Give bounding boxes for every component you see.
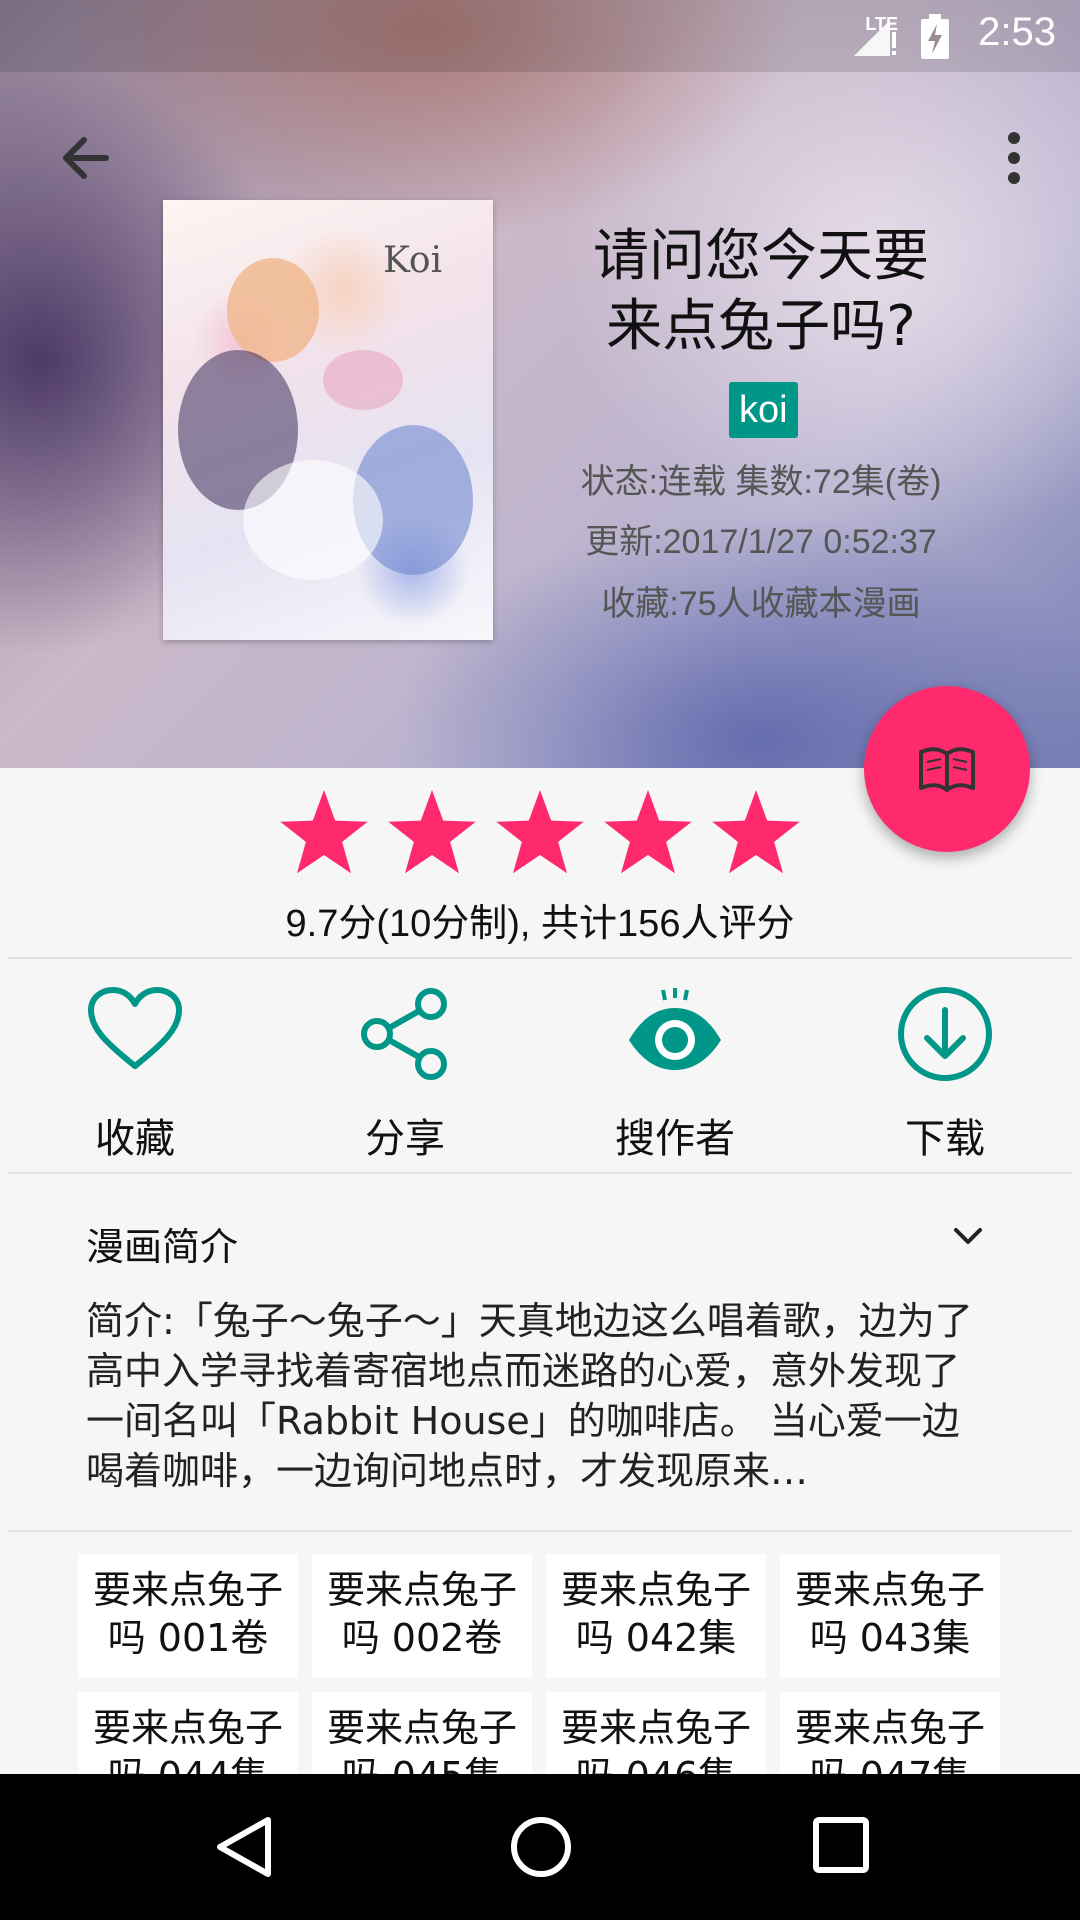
star-icon <box>712 790 800 874</box>
update-info: 更新:2017/1/27 0:52:37 <box>585 523 937 561</box>
favorite-label: 收藏 <box>95 1116 175 1162</box>
star-icon <box>280 790 368 874</box>
search-author-label: 搜作者 <box>615 1116 735 1162</box>
download-button[interactable]: 下载 <box>835 984 1055 1164</box>
share-button[interactable]: 分享 <box>295 984 515 1164</box>
download-circle-icon <box>898 987 992 1081</box>
read-button[interactable] <box>864 686 1030 852</box>
back-arrow-icon[interactable] <box>52 126 116 190</box>
divider <box>8 1172 1072 1174</box>
episode-item[interactable]: 要来点兔子吗 001卷 <box>78 1554 298 1678</box>
author-tag[interactable]: koi <box>729 382 798 438</box>
search-author-button[interactable]: 搜作者 <box>565 984 785 1164</box>
episode-grid: 要来点兔子吗 001卷 要来点兔子吗 002卷 要来点兔子吗 042集 要来点兔… <box>78 1552 1008 1774</box>
back-triangle-icon[interactable] <box>212 1814 276 1880</box>
chevron-down-icon[interactable] <box>950 1222 986 1250</box>
favorite-button[interactable]: 收藏 <box>25 984 245 1164</box>
system-nav-bar <box>0 1774 1080 1920</box>
status-info: 状态:连载 集数:72集(卷) <box>580 463 942 501</box>
favorites-info: 收藏:75人收藏本漫画 <box>601 585 921 623</box>
intro-heading: 漫画简介 <box>86 1225 239 1269</box>
rating-stars <box>276 786 804 882</box>
status-bar: LTE 2:53 <box>0 0 1080 72</box>
signal-icon <box>854 20 896 56</box>
rating-summary: 9.7分(10分制), 共计156人评分 <box>285 903 795 945</box>
divider <box>8 1530 1072 1532</box>
divider <box>8 957 1072 959</box>
episode-item[interactable]: 要来点兔子吗 043集 <box>780 1554 1000 1678</box>
battery-charging-icon <box>921 14 949 59</box>
share-icon <box>361 988 447 1080</box>
more-vert-icon[interactable] <box>994 126 1034 190</box>
book-open-icon <box>919 747 975 792</box>
episode-item[interactable]: 要来点兔子吗 045集 <box>312 1692 532 1774</box>
star-icon <box>388 790 476 874</box>
intro-text[interactable]: 简介:「兔子～兔子～」天真地边这么唱着歌，边为了高中入学寻找着寄宿地点而迷路的心… <box>86 1296 996 1496</box>
eye-icon <box>629 988 721 1070</box>
download-label: 下载 <box>905 1116 985 1162</box>
cover-illustration <box>178 258 473 580</box>
comic-title: 请问您今天要 来点兔子吗? <box>545 222 977 362</box>
episode-item[interactable]: 要来点兔子吗 047集 <box>780 1692 1000 1774</box>
status-time: 2:53 <box>978 10 1056 54</box>
home-circle-icon[interactable] <box>508 1814 574 1880</box>
cover-image[interactable]: Koi <box>163 200 493 640</box>
share-label: 分享 <box>365 1116 445 1162</box>
comic-header: LTE 2:53 Koi 请问您今天要 来点兔子吗? koi 状态:连载 集数:… <box>0 0 1080 768</box>
episode-item[interactable]: 要来点兔子吗 044集 <box>78 1692 298 1774</box>
recents-square-icon[interactable] <box>810 1814 872 1876</box>
star-icon <box>496 790 584 874</box>
episode-item[interactable]: 要来点兔子吗 002卷 <box>312 1554 532 1678</box>
star-icon <box>604 790 692 874</box>
heart-outline-icon <box>88 987 182 1069</box>
title-line-2: 来点兔子吗? <box>606 294 916 359</box>
episode-item[interactable]: 要来点兔子吗 042集 <box>546 1554 766 1678</box>
title-line-1: 请问您今天要 <box>593 224 929 289</box>
episode-item[interactable]: 要来点兔子吗 046集 <box>546 1692 766 1774</box>
